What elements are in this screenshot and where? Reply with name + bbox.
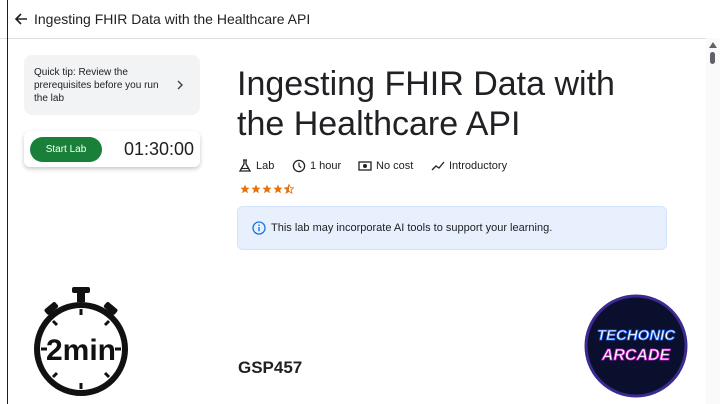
start-lab-button[interactable]: Start Lab [30, 137, 102, 162]
channel-logo: TECHONIC ARCADE [584, 294, 688, 398]
chevron-right-icon [177, 80, 183, 90]
clock-icon [292, 159, 306, 173]
trending-icon [431, 161, 445, 171]
info-icon [252, 221, 266, 235]
meta-duration-label: 1 hour [310, 160, 342, 172]
lab-code: GSP457 [238, 358, 303, 377]
lab-title: Ingesting FHIR Data with the Healthcare … [237, 65, 615, 143]
arrow-back-icon[interactable] [12, 10, 30, 28]
scroll-up-arrow-icon[interactable] [709, 42, 717, 48]
logo-text-top: TECHONIC [597, 327, 677, 344]
page-scrollbar[interactable] [706, 38, 720, 404]
svg-text:2min: 2min [46, 334, 116, 367]
ai-notice-text: This lab may incorporate AI tools to sup… [271, 222, 553, 234]
quick-tip-text: Quick tip: Review the prerequisites befo… [34, 67, 159, 104]
window-edge [7, 0, 8, 404]
ai-tools-notice: This lab may incorporate AI tools to sup… [237, 206, 667, 250]
top-app-bar: Ingesting FHIR Data with the Healthcare … [0, 0, 720, 39]
logo-text-bottom: ARCADE [601, 347, 672, 364]
star-icon [273, 184, 283, 194]
star-icon [251, 184, 261, 194]
flask-icon [238, 159, 252, 172]
page-header-title: Ingesting FHIR Data with the Healthcare … [34, 11, 311, 27]
meta-cost-label: No cost [376, 160, 414, 172]
lab-control-card: Start Lab 01:30:00 [24, 131, 200, 167]
stopwatch-icon: 2min [34, 287, 128, 396]
stopwatch-number: 2min [46, 334, 116, 367]
meta-level-label: Introductory [449, 160, 508, 172]
quick-tip-card[interactable]: Quick tip: Review the prerequisites befo… [24, 55, 200, 115]
meta-type-label: Lab [256, 160, 275, 172]
lab-timer: 01:30:00 [124, 139, 195, 159]
star-half-icon [284, 184, 294, 194]
scroll-thumb[interactable] [710, 52, 715, 64]
star-icon [262, 184, 272, 194]
star-icon [240, 184, 250, 194]
money-icon [358, 161, 372, 171]
